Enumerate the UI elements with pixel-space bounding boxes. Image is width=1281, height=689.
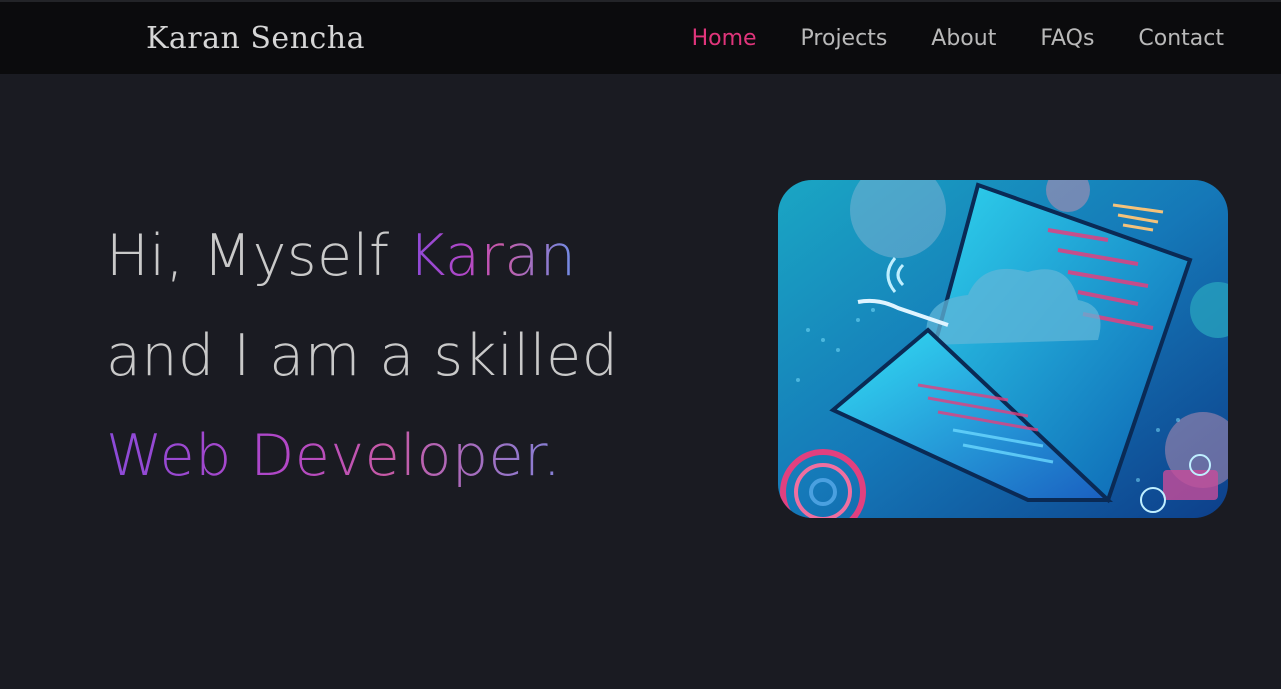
brand-logo[interactable]: Karan Sencha (146, 21, 365, 57)
nav-link-home[interactable]: Home (692, 24, 757, 54)
hero-name: Karan (408, 223, 577, 289)
navbar: Karan Sencha Home Projects About FAQs Co… (0, 0, 1281, 74)
hero-role: Web Developer. (106, 406, 618, 506)
hero-line-1: Hi, Myself Karan (106, 206, 618, 306)
nav-link-about[interactable]: About (931, 24, 996, 54)
nav-links: Home Projects About FAQs Contact (692, 24, 1224, 54)
hero-illustration (778, 180, 1228, 518)
hero-line-2: and I am a skilled (106, 323, 619, 389)
nav-link-projects[interactable]: Projects (801, 24, 888, 54)
laptop-cloud-illustration-icon (778, 180, 1228, 518)
nav-link-faqs[interactable]: FAQs (1040, 24, 1094, 54)
nav-link-contact[interactable]: Contact (1138, 24, 1224, 54)
hero-greeting: Hi, Myself (106, 223, 409, 289)
hero-heading: Hi, Myself Karan and I am a skilled Web … (106, 206, 618, 506)
